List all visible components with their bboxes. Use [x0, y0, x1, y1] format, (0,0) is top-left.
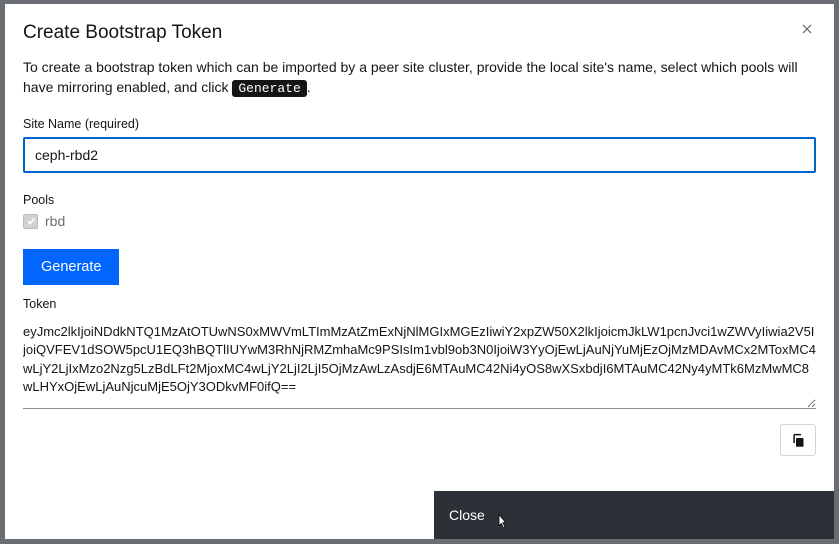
description-text-after: .	[307, 79, 311, 95]
create-bootstrap-token-modal: Create Bootstrap Token To create a boots…	[5, 4, 834, 539]
cursor-icon	[494, 513, 510, 531]
modal-body: Site Name (required) Pools rbd Generate …	[5, 117, 834, 491]
token-textarea[interactable]	[23, 319, 816, 409]
close-button[interactable]: Close	[434, 491, 834, 539]
description-text-before: To create a bootstrap token which can be…	[23, 59, 798, 95]
modal-description: To create a bootstrap token which can be…	[23, 57, 816, 99]
generate-button[interactable]: Generate	[23, 249, 119, 285]
copy-button[interactable]	[780, 424, 816, 456]
check-icon	[26, 216, 36, 226]
token-label: Token	[23, 297, 816, 311]
modal-title: Create Bootstrap Token	[23, 22, 816, 44]
generate-code-pill: Generate	[232, 80, 306, 97]
copy-icon	[791, 433, 806, 448]
modal-footer: Close	[5, 491, 834, 539]
close-button-label: Close	[449, 507, 485, 523]
site-name-label: Site Name (required)	[23, 117, 816, 131]
modal-header: Create Bootstrap Token To create a boots…	[5, 4, 834, 117]
pool-label: rbd	[45, 213, 65, 229]
pool-item: rbd	[23, 213, 816, 229]
pools-label: Pools	[23, 193, 816, 207]
site-name-input[interactable]	[23, 137, 816, 173]
copy-row	[23, 424, 816, 456]
pools-section: Pools rbd	[23, 193, 816, 229]
pool-checkbox-rbd	[23, 214, 38, 229]
close-icon[interactable]	[800, 22, 816, 38]
